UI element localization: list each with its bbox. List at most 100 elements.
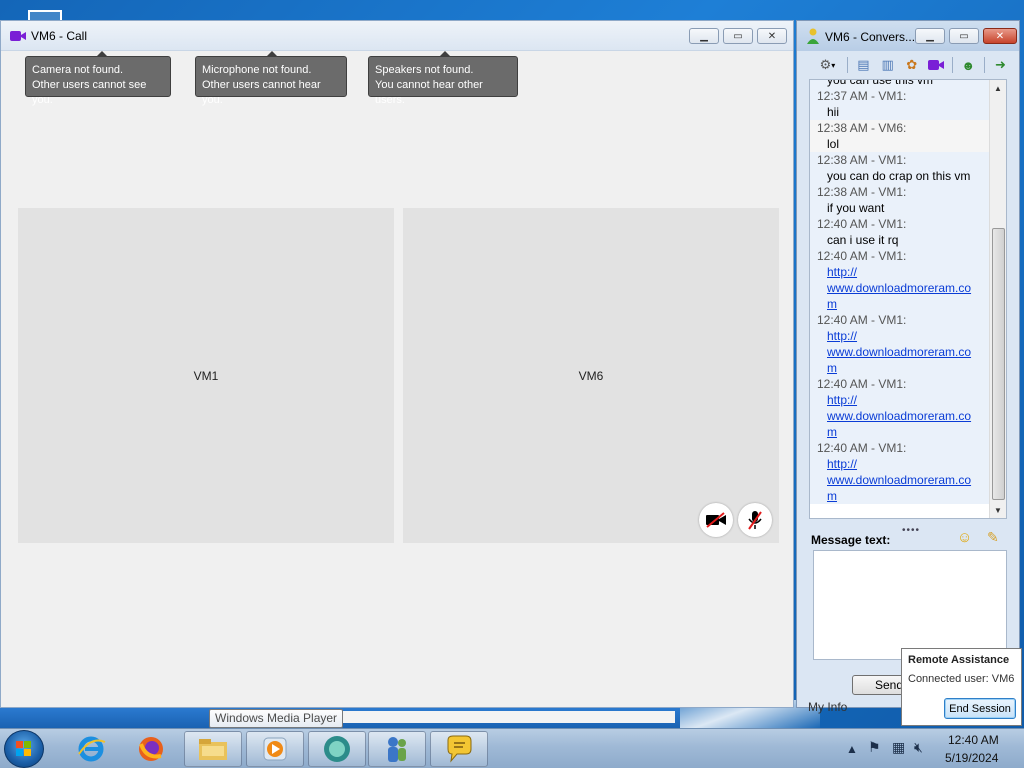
folder-icon (199, 739, 227, 760)
contact-card-button[interactable]: ▥ (879, 56, 896, 74)
maximize-button[interactable]: ▭ (723, 28, 753, 44)
video-call-button[interactable] (927, 56, 945, 74)
chat-message-link[interactable]: http:// (810, 328, 990, 344)
close-button[interactable]: ✕ (757, 28, 787, 44)
close-button[interactable]: ✕ (983, 28, 1017, 44)
conversation-title: VM6 - Convers... (825, 30, 916, 44)
chat-message-header: 12:38 AM - VM1: (817, 185, 907, 199)
status-dropdown-button[interactable]: ⚙ ▾ (815, 56, 840, 74)
taskbar-messenger[interactable] (368, 731, 426, 767)
end-session-button[interactable]: End Session (944, 698, 1016, 719)
network-icon[interactable]: ▦ (892, 739, 905, 756)
chat-messages: you can use this vm 12:37 AM - VM1: hii 12:… (810, 80, 990, 504)
minimize-button[interactable]: ▁ (689, 28, 719, 44)
messenger-buddy-icon (807, 28, 819, 44)
camera-off-button[interactable] (699, 503, 733, 537)
chat-message-link[interactable]: http:// (810, 392, 990, 408)
speakers-notice: Speakers not found. You cannot hear othe… (368, 51, 518, 106)
chat-message-link[interactable]: m (810, 296, 990, 312)
taskbar-internet-explorer[interactable] (62, 731, 120, 767)
clock-date[interactable]: 5/19/2024 (945, 751, 998, 765)
participant-name: VM1 (193, 368, 219, 383)
my-info-link[interactable]: My Info (808, 700, 847, 714)
scroll-up-button[interactable]: ▲ (990, 80, 1006, 96)
scroll-thumb[interactable] (992, 228, 1005, 500)
close-icon: ✕ (995, 30, 1005, 42)
chat-message-link[interactable]: http:// (810, 456, 990, 472)
conversation-window-controls: ▁ ▭ ✕ (915, 28, 1017, 44)
volume-muted-icon[interactable]: 🔇︎ (914, 739, 923, 756)
taskbar-conversation[interactable] (430, 731, 488, 767)
message-input[interactable] (813, 550, 1007, 660)
chat-message-header: 12:40 AM - VM1: (817, 377, 907, 391)
toolbar-separator (846, 57, 848, 73)
chat-history[interactable]: you can use this vm 12:37 AM - VM1: hii 12:… (809, 79, 1007, 519)
send-file-button[interactable]: ▤ (855, 56, 872, 74)
chat-message: 12:37 AM - VM1: hii (810, 88, 990, 120)
clock-time[interactable]: 12:40 AM (948, 733, 999, 747)
chat-message: 12:40 AM - VM1: http://www.downloadmorera… (810, 376, 990, 440)
maximize-icon: ▭ (733, 30, 743, 42)
conversation-toolbar: ⚙ ▾ ▤ ▥ ✿ ☻ ➜ (809, 53, 1009, 77)
contact-card-icon: ▥ (881, 57, 894, 72)
video-camera-icon (10, 31, 26, 41)
taskbar-windows-media-player[interactable] (246, 731, 304, 767)
show-hidden-icons-button[interactable]: ▲ (846, 742, 858, 756)
activities-button[interactable]: ✿ (903, 56, 920, 74)
mute-button[interactable] (738, 503, 772, 537)
call-titlebar[interactable]: VM6 - Call ▁ ▭ ✕ (1, 21, 793, 51)
media-player-icon (263, 737, 287, 761)
windows-logo-icon (16, 741, 31, 756)
remote-assistance-title: Remote Assistance (908, 654, 1010, 666)
chat-message-text: you can do crap on this vm (827, 169, 971, 183)
chat-message-header: 12:40 AM - VM1: (817, 441, 907, 455)
toolbar-separator (951, 57, 953, 73)
conversation-window: VM6 - Convers... ▁ ▭ ✕ ⚙ ▾ ▤ ▥ ✿ ☻ ➜ you … (796, 20, 1020, 708)
invite-contact-button[interactable]: ☻ (960, 56, 977, 74)
taskbar: ▲ ⚑ ▦ 🔇︎ (0, 728, 1024, 768)
microphone-notice-detail: Other users cannot hear you. (202, 79, 321, 106)
taskbar-tooltip: Windows Media Player (209, 709, 344, 728)
call-window-controls: ▁ ▭ ✕ (689, 28, 787, 44)
taskbar-firefox[interactable] (122, 731, 180, 767)
desktop-icon[interactable] (28, 10, 62, 20)
microphone-notice-title: Microphone not found. (202, 64, 312, 76)
splitter-grip[interactable]: •••• (902, 525, 920, 536)
chat-message-link[interactable]: m (810, 424, 990, 440)
chat-message-link[interactable]: www.downloadmoreram.co (810, 408, 990, 424)
chat-message: you can use this vm (810, 80, 990, 88)
start-button[interactable] (4, 730, 44, 768)
chat-message-header: 12:37 AM - VM1: (817, 89, 907, 103)
arrow-down-icon: ▼ (994, 505, 1002, 515)
maximize-icon: ▭ (959, 30, 969, 42)
chat-message-link[interactable]: www.downloadmoreram.co (810, 472, 990, 488)
chat-message-header: 12:40 AM - VM1: (817, 217, 907, 231)
chat-message-link[interactable]: m (810, 488, 990, 504)
chat-message-text: can i use it rq (827, 233, 899, 247)
taskbar-remote-assistance[interactable] (308, 731, 366, 767)
participant-video-vm6: VM6 (403, 208, 779, 543)
taskbar-file-explorer[interactable] (184, 731, 242, 767)
close-icon: ✕ (767, 30, 777, 42)
chat-scrollbar[interactable]: ▲ ▼ (989, 80, 1006, 518)
participant-video-vm1: VM1 (18, 208, 394, 543)
conversation-titlebar[interactable]: VM6 - Convers... ▁ ▭ ✕ (797, 21, 1019, 51)
leave-conversation-button[interactable]: ➜ (992, 56, 1009, 74)
internet-explorer-icon (78, 736, 106, 762)
toolbar-separator (983, 57, 985, 73)
scroll-down-button[interactable]: ▼ (990, 502, 1006, 518)
chat-message-link[interactable]: m (810, 360, 990, 376)
settings-icon: ⚙ (819, 57, 832, 72)
minimize-button[interactable]: ▁ (915, 28, 945, 44)
chat-message-link[interactable]: www.downloadmoreram.co (810, 344, 990, 360)
speakers-notice-title: Speakers not found. (375, 64, 474, 76)
maximize-button[interactable]: ▭ (949, 28, 979, 44)
chat-message-link[interactable]: www.downloadmoreram.co (810, 280, 990, 296)
action-center-flag-icon[interactable]: ⚑ (868, 739, 881, 756)
chat-message-link[interactable]: http:// (810, 264, 990, 280)
emoticon-button[interactable]: ☺ (957, 529, 972, 546)
address-field[interactable] (340, 711, 675, 723)
camera-notice-detail: Other users cannot see you. (32, 79, 147, 106)
nudge-button[interactable]: ✎ (987, 529, 999, 546)
minimize-icon: ▁ (926, 30, 934, 42)
